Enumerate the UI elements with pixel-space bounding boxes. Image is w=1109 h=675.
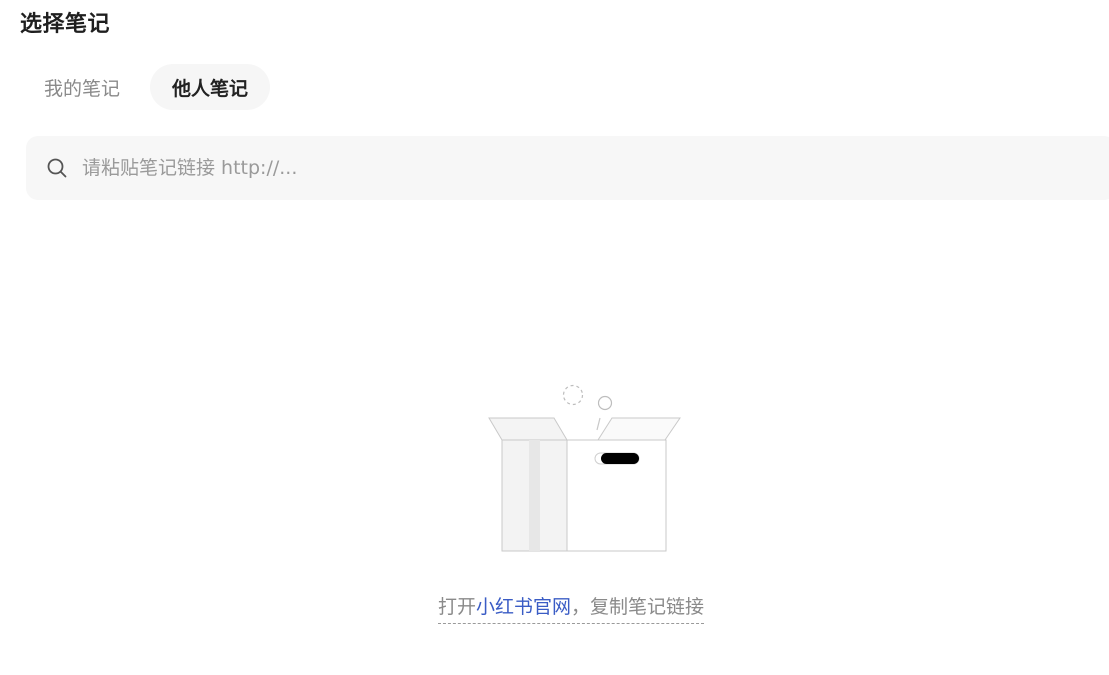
- page-title: 选择笔记: [20, 12, 111, 37]
- hint-prefix: 打开: [438, 596, 477, 618]
- tab-my-notes[interactable]: 我的笔记: [28, 64, 136, 110]
- note-source-tabs: 我的笔记 他人笔记: [28, 64, 271, 110]
- tab-others-notes[interactable]: 他人笔记: [150, 64, 271, 110]
- empty-box-illustration: [484, 378, 684, 558]
- hint-suffix: ，复制笔记链接: [571, 596, 705, 618]
- empty-state-hint: 打开小红书官网，复制笔记链接: [438, 592, 705, 624]
- search-icon: [46, 157, 68, 179]
- xiaohongshu-website-link[interactable]: 小红书官网: [476, 596, 571, 618]
- note-link-input[interactable]: [80, 156, 984, 180]
- search-bar[interactable]: [26, 136, 1109, 200]
